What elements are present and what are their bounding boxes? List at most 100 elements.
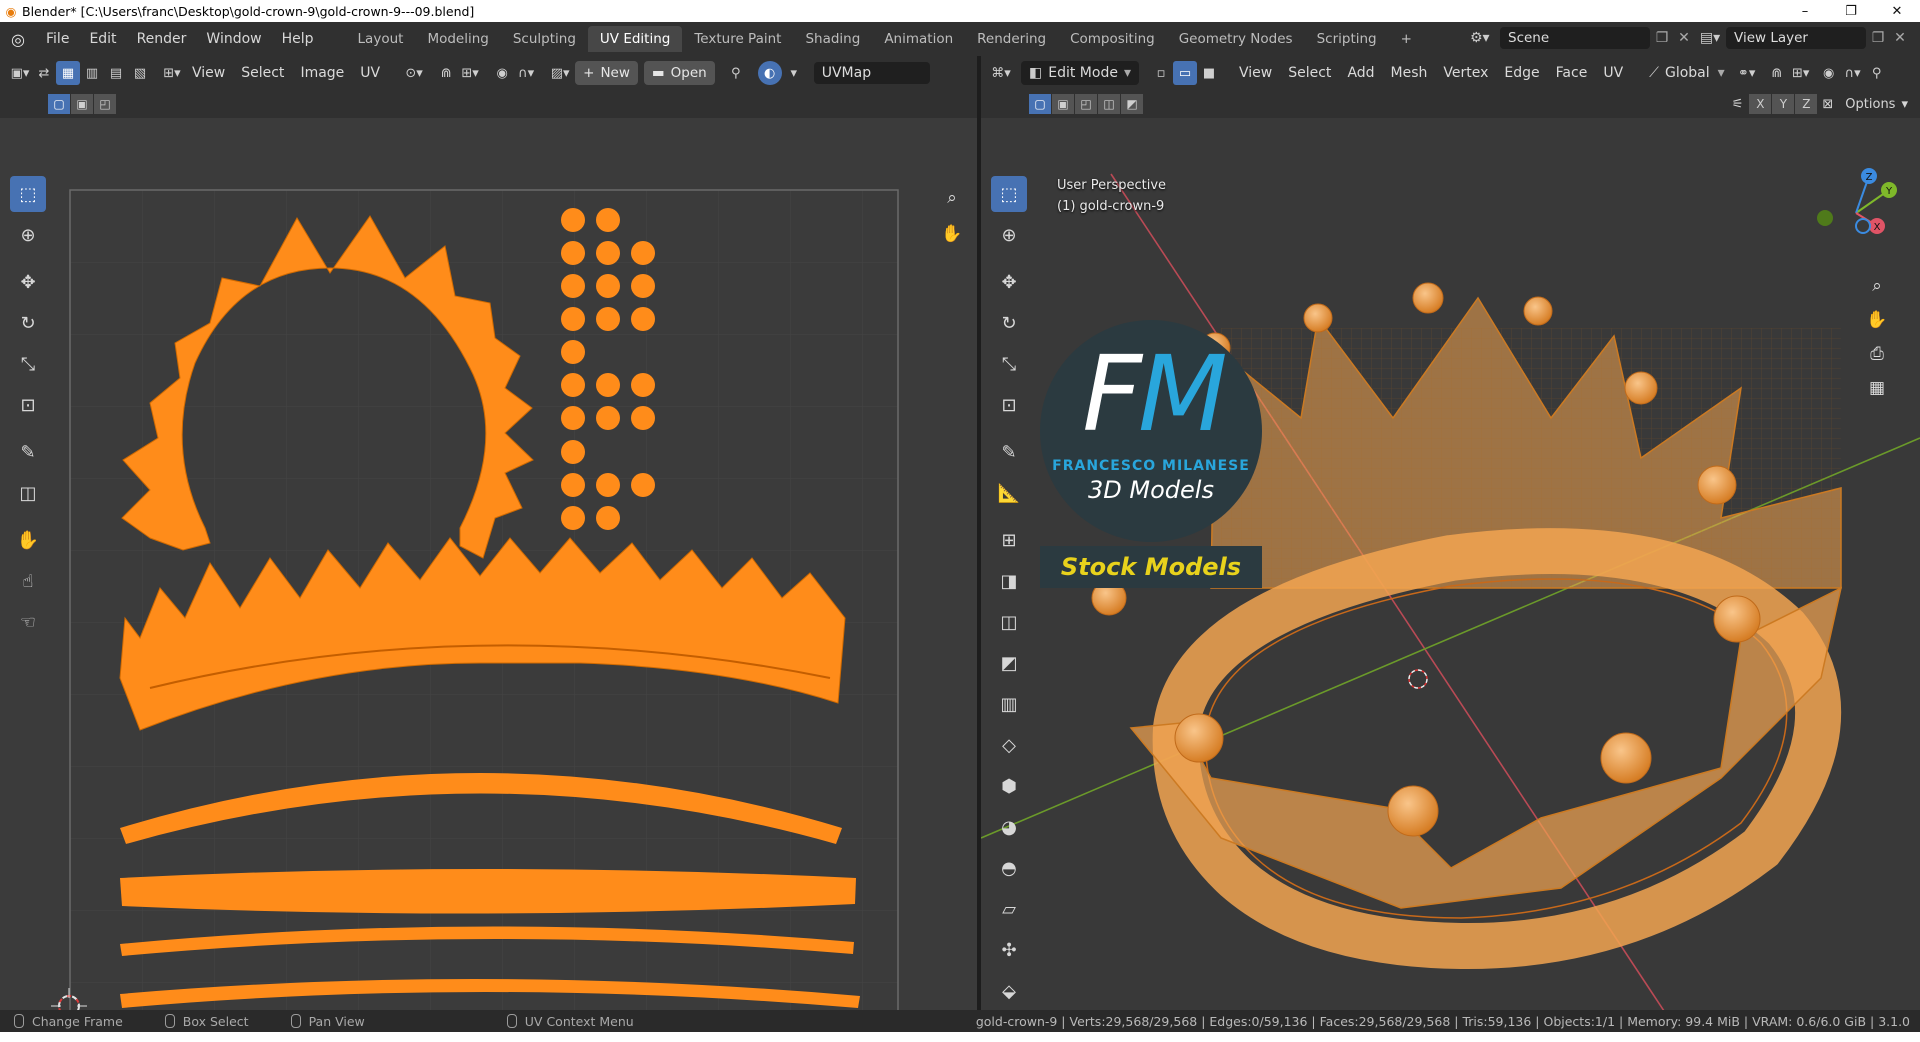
zoom-icon[interactable]: ⌕ — [936, 182, 968, 214]
vp-select-new-icon[interactable]: ▢ — [1029, 94, 1051, 114]
cursor-tool-icon[interactable]: ⊕ — [10, 217, 46, 253]
vp-select-subtract-icon[interactable]: ◰ — [1075, 94, 1097, 114]
image-browse-icon[interactable]: ▨▾ — [548, 61, 572, 85]
restore-button[interactable]: ❐ — [1828, 0, 1874, 22]
mirror-icon[interactable]: ⚟ — [1732, 97, 1744, 112]
loop-cut-tool-icon[interactable]: ▥ — [991, 686, 1027, 722]
select-new-icon[interactable]: ▢ — [48, 94, 70, 114]
options-dropdown[interactable]: Options ▾ — [1845, 97, 1908, 112]
menu-select[interactable]: Select — [233, 61, 292, 85]
select-subtract-icon[interactable]: ◰ — [94, 94, 116, 114]
rotate-tool-icon[interactable]: ↻ — [10, 305, 46, 341]
measure-tool-icon[interactable]: 📐 — [991, 475, 1027, 511]
new-view-layer-icon[interactable]: ❐ — [1866, 30, 1890, 46]
scale-tool-icon[interactable]: ⤡ — [10, 346, 46, 382]
annotate-tool-icon[interactable]: ✎ — [10, 434, 46, 470]
bevel-tool-icon[interactable]: ◩ — [991, 645, 1027, 681]
face-select-icon[interactable]: ▤ — [104, 61, 128, 85]
transform-tool-icon[interactable]: ⊡ — [10, 387, 46, 423]
vp-scale-tool-icon[interactable]: ⤡ — [991, 346, 1027, 382]
smooth-tool-icon[interactable]: ◓ — [991, 850, 1027, 886]
axis-gizmo[interactable]: Y Z X — [1811, 168, 1901, 258]
vp-cursor-tool-icon[interactable]: ⊕ — [991, 217, 1027, 253]
gizmo-toggle-icon[interactable]: ⚲ — [1865, 61, 1889, 85]
blender-logo-icon[interactable]: ◎ — [0, 30, 36, 49]
edge-select-icon[interactable]: ▥ — [80, 61, 104, 85]
vp-select-intersect-icon[interactable]: ◩ — [1121, 94, 1143, 114]
zoom-icon[interactable]: ⌕ — [1861, 270, 1893, 302]
menu-view-3d[interactable]: View — [1231, 61, 1280, 85]
select-extend-icon[interactable]: ▣ — [71, 94, 93, 114]
rip-tool-icon[interactable]: ◫ — [10, 475, 46, 511]
grab-tool-icon[interactable]: ✋ — [10, 522, 46, 558]
tab-layout[interactable]: Layout — [346, 26, 416, 52]
new-scene-icon[interactable]: ❐ — [1650, 30, 1674, 46]
island-select-icon[interactable]: ▧ — [128, 61, 152, 85]
scene-selector-icon[interactable]: ⚙▾ — [1470, 30, 1500, 46]
sticky-select-icon[interactable]: ⊞▾ — [160, 61, 184, 85]
vp-transform-tool-icon[interactable]: ⊡ — [991, 387, 1027, 423]
vp-annotate-tool-icon[interactable]: ✎ — [991, 434, 1027, 470]
menu-add[interactable]: Add — [1339, 61, 1382, 85]
menu-uv-3d[interactable]: UV — [1595, 61, 1631, 85]
viewport-editor-type-icon[interactable]: ⌘▾ — [989, 61, 1013, 85]
menu-edit[interactable]: Edit — [79, 26, 126, 52]
orientation-selector[interactable]: ⟋ Global ▾ — [1649, 65, 1725, 81]
poly-build-tool-icon[interactable]: ⬢ — [991, 768, 1027, 804]
menu-help[interactable]: Help — [272, 26, 324, 52]
menu-view[interactable]: View — [184, 61, 233, 85]
vp-select-box-tool-icon[interactable]: ⬚ — [991, 176, 1027, 212]
falloff-3d-icon[interactable]: ∩▾ — [1841, 61, 1865, 85]
pin-icon[interactable]: ⚲ — [724, 61, 748, 85]
shear-tool-icon[interactable]: ⬙ — [991, 973, 1027, 1009]
new-image-button[interactable]: + New — [575, 61, 638, 85]
edge-mode-icon[interactable]: ▭ — [1173, 61, 1197, 85]
tab-sculpting[interactable]: Sculpting — [501, 26, 588, 52]
menu-select-3d[interactable]: Select — [1280, 61, 1339, 85]
close-button[interactable]: ✕ — [1874, 0, 1920, 22]
tab-geometry-nodes[interactable]: Geometry Nodes — [1167, 26, 1305, 52]
editor-type-icon[interactable]: ▣▾ — [8, 61, 32, 85]
tab-rendering[interactable]: Rendering — [965, 26, 1058, 52]
gizmo-neg-z-icon[interactable] — [1855, 218, 1871, 234]
menu-window[interactable]: Window — [196, 26, 271, 52]
vertex-select-icon[interactable]: ▦ — [56, 61, 80, 85]
edge-slide-tool-icon[interactable]: ▱ — [991, 891, 1027, 927]
gizmo-neg-y-icon[interactable] — [1817, 210, 1833, 226]
add-workspace-button[interactable]: + — [1389, 26, 1424, 52]
delete-scene-icon[interactable]: ✕ — [1674, 30, 1694, 46]
pinch-tool-icon[interactable]: ☜ — [10, 604, 46, 640]
sync-selection-icon[interactable]: ⇄ — [32, 61, 56, 85]
tab-compositing[interactable]: Compositing — [1058, 26, 1167, 52]
vertex-mode-icon[interactable]: ▫ — [1149, 61, 1173, 85]
delete-view-layer-icon[interactable]: ✕ — [1890, 30, 1910, 46]
mirror-y-toggle[interactable]: Y — [1772, 94, 1795, 114]
snap-toggle-icon[interactable]: ⋒ — [1765, 61, 1789, 85]
open-image-button[interactable]: ▬ Open — [643, 61, 715, 85]
menu-mesh[interactable]: Mesh — [1383, 61, 1436, 85]
tab-uv-editing[interactable]: UV Editing — [587, 26, 683, 52]
spin-tool-icon[interactable]: ◕ — [991, 809, 1027, 845]
face-mode-icon[interactable]: ■ — [1197, 61, 1221, 85]
menu-render[interactable]: Render — [127, 26, 197, 52]
pan-hand-icon[interactable]: ✋ — [936, 218, 968, 250]
auto-merge-icon[interactable]: ⊠ — [1822, 97, 1833, 112]
tab-animation[interactable]: Animation — [872, 26, 965, 52]
extrude-tool-icon[interactable]: ◨ — [991, 563, 1027, 599]
uvmap-field[interactable]: UVMap — [813, 62, 930, 84]
pivot-icon[interactable]: ⊙▾ — [402, 61, 426, 85]
select-box-tool-icon[interactable]: ⬚ — [10, 176, 46, 212]
uv-canvas[interactable]: ⌕ ✋ — [0, 118, 977, 1010]
proportional-edit-3d-icon[interactable]: ◉ — [1817, 61, 1841, 85]
vp-select-extend-icon[interactable]: ▣ — [1052, 94, 1074, 114]
tab-texture-paint[interactable]: Texture Paint — [682, 26, 793, 52]
mirror-x-toggle[interactable]: X — [1749, 94, 1772, 114]
camera-icon[interactable]: ⎙ — [1861, 338, 1893, 370]
tab-shading[interactable]: Shading — [793, 26, 872, 52]
proportional-edit-icon[interactable]: ◉ — [490, 61, 514, 85]
vp-rotate-tool-icon[interactable]: ↻ — [991, 305, 1027, 341]
menu-uv[interactable]: UV — [352, 61, 388, 85]
overlays-dropdown-icon[interactable]: ▾ — [782, 61, 806, 85]
menu-image[interactable]: Image — [292, 61, 352, 85]
3d-cursor-icon[interactable] — [1408, 669, 1428, 689]
